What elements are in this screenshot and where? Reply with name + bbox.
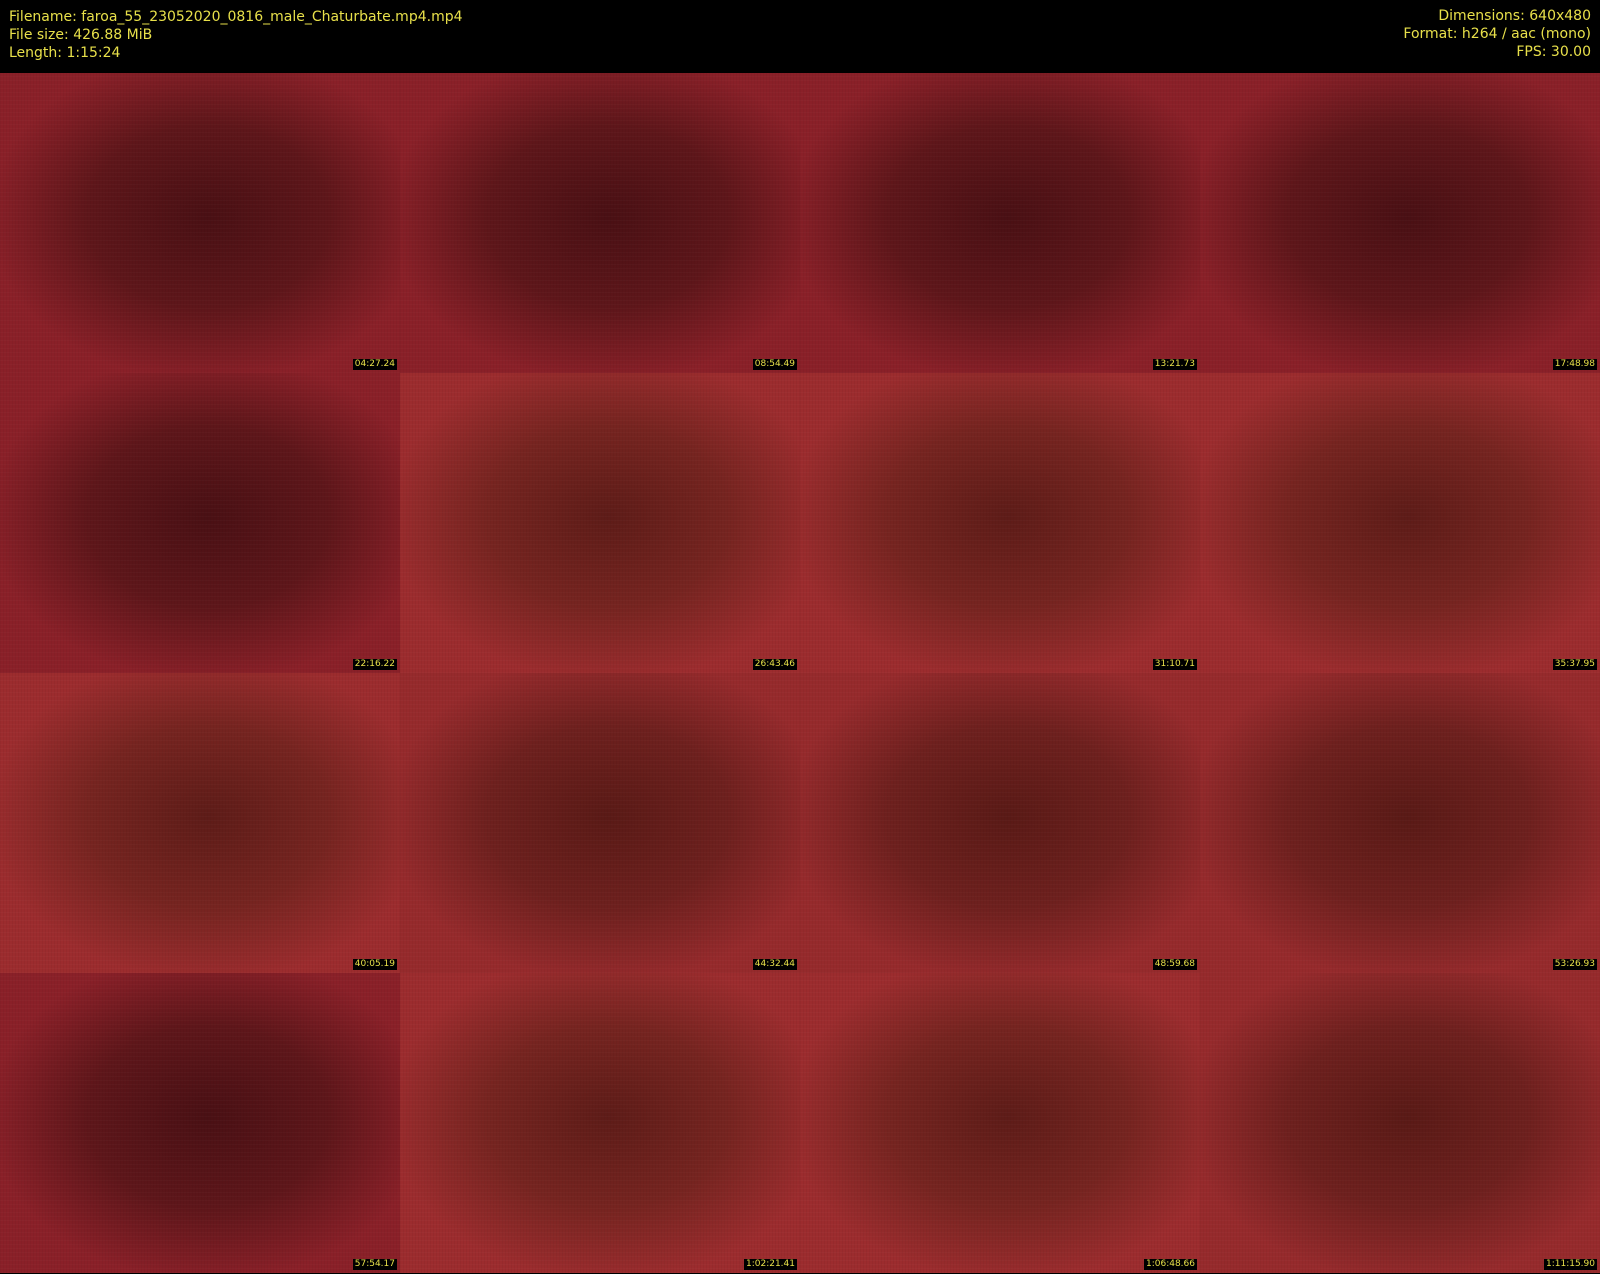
thumbnail-frame: 08:54.49 [400,73,800,373]
timestamp-label: 31:10.71 [1152,659,1197,670]
thumbnail-frame: 57:54.17 [0,973,400,1273]
thumbnail-frame: 48:59.68 [800,673,1200,973]
thumbnail-frame: 26:43.46 [400,373,800,673]
thumbnail-frame: 13:21.73 [800,73,1200,373]
fps-text: FPS: 30.00 [1516,44,1591,60]
filesize-text: File size: 426.88 MiB [9,27,153,43]
timestamp-label: 53:26.93 [1552,959,1597,970]
thumbnail-frame: 1:02:21.41 [400,973,800,1273]
timestamp-label: 1:06:48.66 [1143,1259,1197,1270]
video-info: Dimensions: 640x480 Format: h264 / aac (… [1403,7,1591,61]
thumbnail-frame: 17:48.98 [1200,73,1600,373]
timestamp-label: 57:54.17 [352,1259,397,1270]
thumbnail-frame: 22:16.22 [0,373,400,673]
thumbnail-frame: 35:37.95 [1200,373,1600,673]
thumbnail-frame: 44:32.44 [400,673,800,973]
timestamp-label: 26:43.46 [752,659,797,670]
info-header: Filename: faroa_55_23052020_0816_male_Ch… [0,0,1600,73]
timestamp-label: 44:32.44 [752,959,797,970]
timestamp-label: 08:54.49 [752,359,797,370]
contact-sheet: Filename: faroa_55_23052020_0816_male_Ch… [0,0,1600,1274]
thumbnail-frame: 1:06:48.66 [800,973,1200,1273]
timestamp-label: 22:16.22 [352,659,397,670]
thumbnail-frame: 04:27.24 [0,73,400,373]
timestamp-label: 04:27.24 [352,359,397,370]
timestamp-label: 13:21.73 [1152,359,1197,370]
thumbnail-frame: 1:11:15.90 [1200,973,1600,1273]
thumbnail-frame: 53:26.93 [1200,673,1600,973]
format-text: Format: h264 / aac (mono) [1403,26,1591,42]
length-text: Length: 1:15:24 [9,45,121,61]
thumbnail-frame: 40:05.19 [0,673,400,973]
file-info: Filename: faroa_55_23052020_0816_male_Ch… [9,8,463,62]
timestamp-label: 48:59.68 [1152,959,1197,970]
timestamp-label: 1:11:15.90 [1543,1259,1597,1270]
timestamp-label: 17:48.98 [1552,359,1597,370]
timestamp-label: 40:05.19 [352,959,397,970]
timestamp-label: 35:37.95 [1552,659,1597,670]
thumbnail-grid: 04:27.24 08:54.49 13:21.73 17:48.98 22:1… [0,73,1600,1273]
dimensions-text: Dimensions: 640x480 [1438,8,1591,24]
filename-text: Filename: faroa_55_23052020_0816_male_Ch… [9,9,463,25]
timestamp-label: 1:02:21.41 [743,1259,797,1270]
thumbnail-frame: 31:10.71 [800,373,1200,673]
